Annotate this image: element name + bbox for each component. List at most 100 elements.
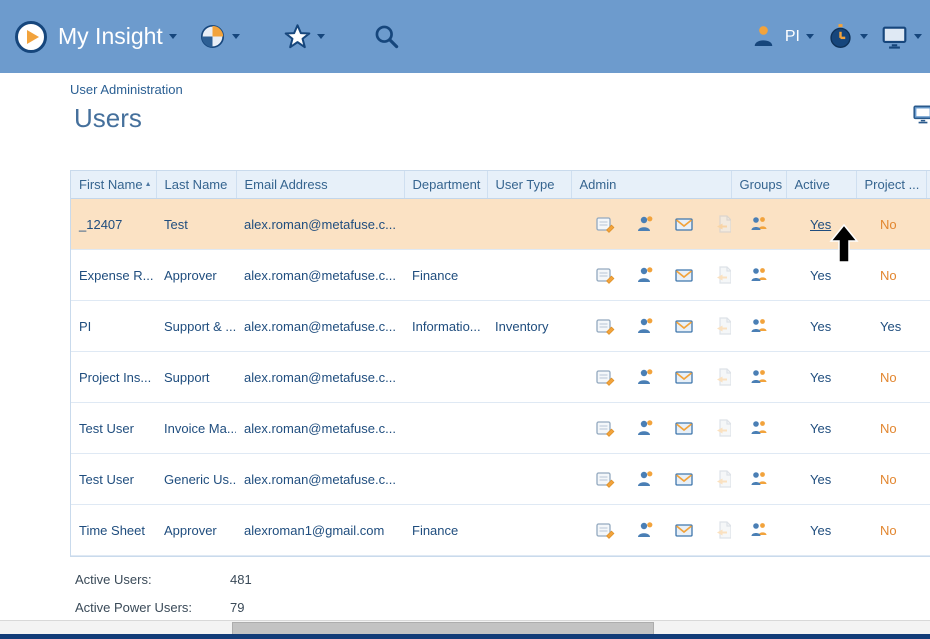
column-header-first-name[interactable]: First Name▲: [71, 171, 156, 199]
user-permissions-icon[interactable]: [635, 469, 655, 489]
extra-cell: [926, 199, 930, 250]
extra-cell: [926, 505, 930, 556]
project-insight-toggle[interactable]: Yes: [880, 319, 901, 334]
send-email-icon[interactable]: [674, 316, 694, 336]
horizontal-scrollbar[interactable]: [0, 620, 930, 635]
app-logo-icon[interactable]: [14, 20, 48, 54]
project-cell: No: [856, 454, 926, 505]
admin-actions-cell: [571, 403, 731, 454]
active-toggle-link[interactable]: Yes: [810, 370, 831, 385]
export-user-icon[interactable]: [714, 367, 731, 387]
send-email-icon[interactable]: [674, 469, 694, 489]
column-header-last-name[interactable]: Last Name: [156, 171, 236, 199]
user-icon[interactable]: [750, 23, 777, 50]
calendar-edit-icon[interactable]: [595, 418, 615, 438]
column-header-email[interactable]: Email Address: [236, 171, 404, 199]
table-header-row: First Name▲ Last Name Email Address Depa…: [71, 171, 930, 199]
calendar-edit-icon[interactable]: [595, 520, 615, 540]
calendar-edit-icon[interactable]: [595, 265, 615, 285]
groups-icon[interactable]: [749, 265, 769, 285]
column-header-active[interactable]: Active: [786, 171, 856, 199]
chart-disc-icon[interactable]: [199, 23, 226, 50]
users-table: First Name▲ Last Name Email Address Depa…: [70, 170, 930, 557]
active-toggle-link[interactable]: Yes: [810, 523, 831, 538]
project-insight-toggle[interactable]: No: [880, 523, 897, 538]
search-icon[interactable]: [373, 23, 400, 50]
first-name-cell: Test User: [71, 403, 156, 454]
active-toggle-link[interactable]: Yes: [810, 319, 831, 334]
user-permissions-icon[interactable]: [635, 316, 655, 336]
project-insight-toggle[interactable]: No: [880, 421, 897, 436]
department-cell: Finance: [404, 505, 487, 556]
table-row: _12407 Test alex.roman@metafuse.c... Yes…: [71, 199, 930, 250]
clock-icon[interactable]: [827, 23, 854, 50]
project-cell: No: [856, 352, 926, 403]
chevron-down-icon[interactable]: [914, 34, 922, 39]
user-type-cell: [487, 352, 571, 403]
send-email-icon[interactable]: [674, 418, 694, 438]
groups-icon[interactable]: [749, 469, 769, 489]
groups-icon[interactable]: [749, 520, 769, 540]
user-menu-label[interactable]: PI: [785, 28, 800, 46]
last-name-cell: Approver: [156, 505, 236, 556]
column-header-project[interactable]: Project ...: [856, 171, 926, 199]
user-permissions-icon[interactable]: [635, 265, 655, 285]
project-insight-toggle[interactable]: No: [880, 268, 897, 283]
monitor-icon[interactable]: [881, 23, 908, 50]
groups-icon[interactable]: [749, 316, 769, 336]
export-user-icon[interactable]: [714, 316, 731, 336]
last-name-cell: Support: [156, 352, 236, 403]
export-user-icon[interactable]: [714, 418, 731, 438]
project-insight-toggle[interactable]: No: [880, 472, 897, 487]
project-cell: No: [856, 250, 926, 301]
groups-cell: [731, 403, 786, 454]
app-title[interactable]: My Insight: [58, 23, 163, 50]
chevron-down-icon[interactable]: [317, 34, 325, 39]
extra-cell: [926, 301, 930, 352]
user-permissions-icon[interactable]: [635, 520, 655, 540]
chevron-down-icon[interactable]: [860, 34, 868, 39]
header-left-group: My Insight: [0, 20, 400, 54]
column-header-user-type[interactable]: User Type: [487, 171, 571, 199]
groups-icon[interactable]: [749, 214, 769, 234]
user-permissions-icon[interactable]: [635, 214, 655, 234]
display-options-icon[interactable]: [910, 103, 930, 125]
export-user-icon[interactable]: [714, 214, 731, 234]
column-header-admin[interactable]: Admin: [571, 171, 731, 199]
user-permissions-icon[interactable]: [635, 367, 655, 387]
send-email-icon[interactable]: [674, 265, 694, 285]
extra-cell: [926, 352, 930, 403]
user-type-cell: [487, 403, 571, 454]
calendar-edit-icon[interactable]: [595, 214, 615, 234]
user-permissions-icon[interactable]: [635, 418, 655, 438]
active-toggle-link[interactable]: Yes: [810, 217, 831, 232]
active-toggle-link[interactable]: Yes: [810, 472, 831, 487]
calendar-edit-icon[interactable]: [595, 316, 615, 336]
active-toggle-link[interactable]: Yes: [810, 421, 831, 436]
active-users-value: 481: [230, 572, 252, 587]
favorites-star-icon[interactable]: [284, 23, 311, 50]
column-header-department[interactable]: Department: [404, 171, 487, 199]
department-cell: [404, 403, 487, 454]
export-user-icon[interactable]: [714, 469, 731, 489]
breadcrumb[interactable]: User Administration: [70, 82, 183, 97]
chevron-down-icon[interactable]: [232, 34, 240, 39]
export-user-icon[interactable]: [714, 265, 731, 285]
project-insight-toggle[interactable]: No: [880, 217, 897, 232]
calendar-edit-icon[interactable]: [595, 367, 615, 387]
calendar-edit-icon[interactable]: [595, 469, 615, 489]
groups-icon[interactable]: [749, 418, 769, 438]
last-name-cell: Approver: [156, 250, 236, 301]
active-toggle-link[interactable]: Yes: [810, 268, 831, 283]
project-insight-toggle[interactable]: No: [880, 370, 897, 385]
send-email-icon[interactable]: [674, 520, 694, 540]
chevron-down-icon[interactable]: [169, 34, 177, 39]
table-row: Expense R... Approver alex.roman@metafus…: [71, 250, 930, 301]
groups-icon[interactable]: [749, 367, 769, 387]
send-email-icon[interactable]: [674, 214, 694, 234]
send-email-icon[interactable]: [674, 367, 694, 387]
chevron-down-icon[interactable]: [806, 34, 814, 39]
active-power-users-label: Active Power Users:: [75, 600, 230, 615]
export-user-icon[interactable]: [714, 520, 731, 540]
column-header-groups[interactable]: Groups: [731, 171, 786, 199]
